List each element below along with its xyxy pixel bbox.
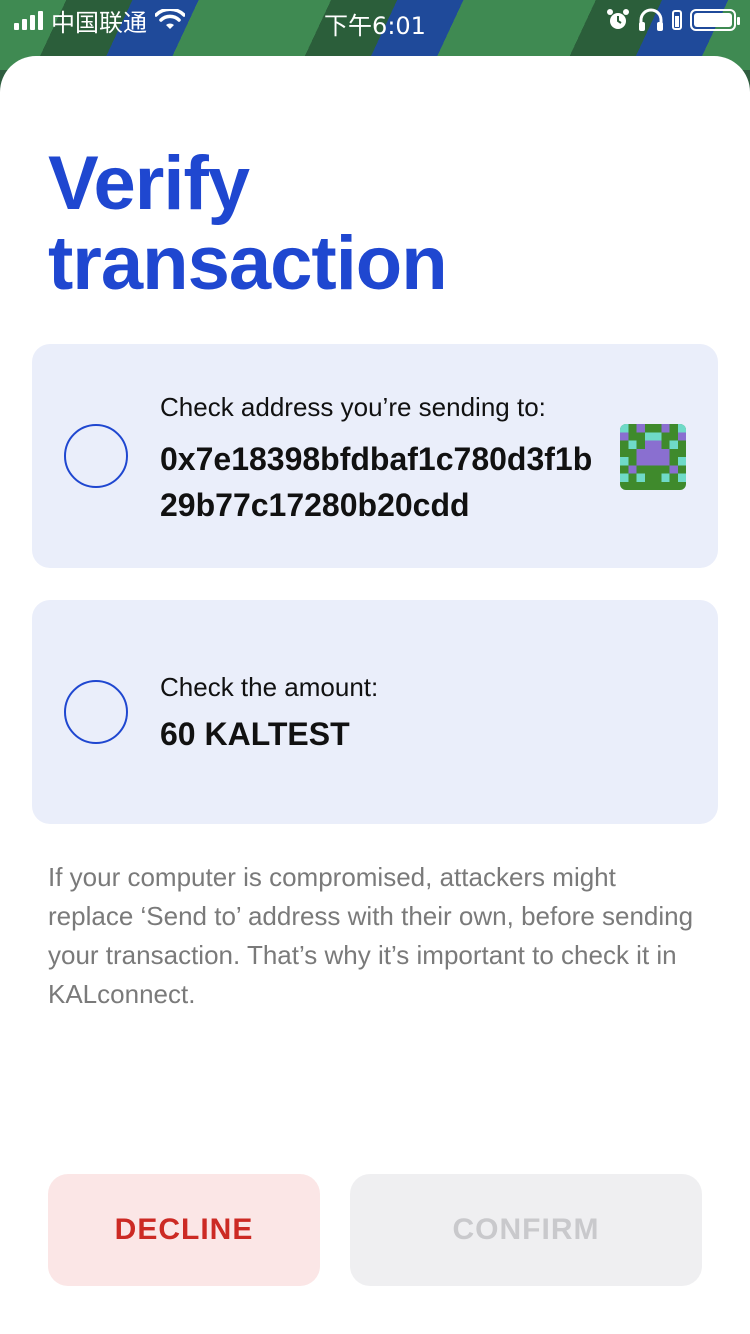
- decline-button[interactable]: DECLINE: [48, 1174, 320, 1286]
- security-note: If your computer is compromised, attacke…: [48, 862, 694, 1009]
- address-check-radio[interactable]: [64, 424, 128, 488]
- verify-sheet: Verify transaction Check address you’re …: [0, 56, 750, 1334]
- recipient-address: 0x7e18398bfdbaf1c780d3f1b29b77c17280b20c…: [160, 441, 593, 523]
- alarm-icon: [607, 9, 629, 29]
- confirm-button[interactable]: CONFIRM: [350, 1174, 702, 1286]
- address-check-card[interactable]: Check address you’re sending to: 0x7e183…: [32, 344, 718, 568]
- headphones-icon: [639, 8, 663, 31]
- amount-check-card[interactable]: Check the amount: 60 KALTEST: [32, 600, 718, 824]
- address-identicon-icon: [620, 424, 686, 490]
- amount-check-label: Check the amount:: [160, 672, 379, 702]
- amount-check-radio[interactable]: [64, 680, 128, 744]
- status-right: [606, 6, 740, 34]
- battery-icon: [690, 9, 740, 31]
- orientation-lock-icon: [672, 10, 682, 30]
- page-title: Verify transaction: [48, 141, 448, 306]
- transaction-amount: 60 KALTEST: [160, 716, 350, 752]
- address-check-label: Check address you’re sending to:: [160, 392, 546, 422]
